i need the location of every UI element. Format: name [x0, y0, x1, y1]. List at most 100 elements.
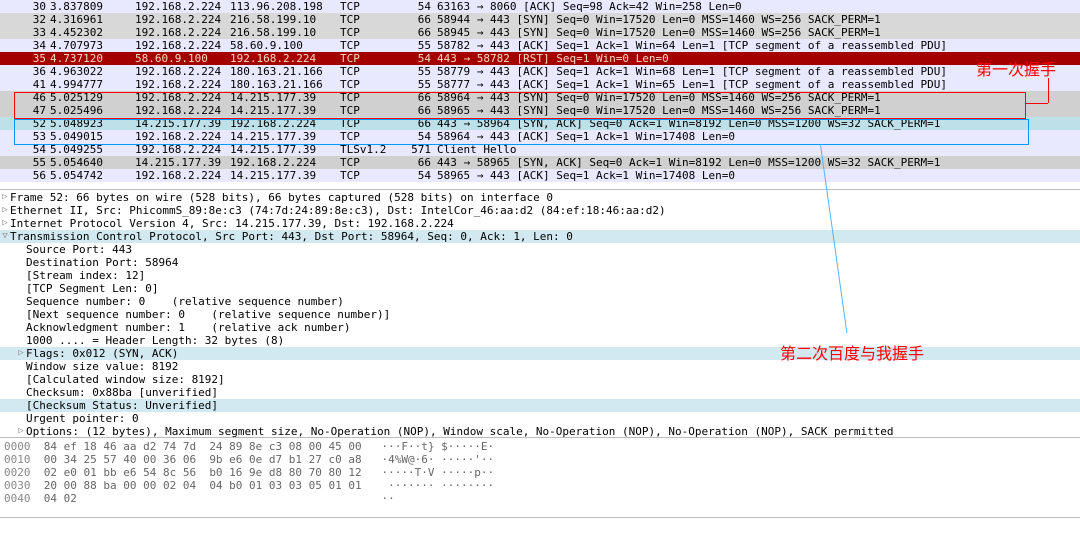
col-time: 5.054640	[50, 156, 135, 169]
col-dst: 192.168.2.224	[230, 52, 340, 65]
tree-row[interactable]: Urgent pointer: 0	[0, 412, 1080, 425]
tree-row[interactable]: 1000 .... = Header Length: 32 bytes (8)	[0, 334, 1080, 347]
tree-label: [Stream index: 12]	[26, 269, 145, 282]
packet-row[interactable]: 475.025496192.168.2.22414.215.177.39TCP6…	[0, 104, 1080, 117]
tree-row[interactable]: [Next sequence number: 0 (relative seque…	[0, 308, 1080, 321]
hex-offset: 0040	[4, 492, 31, 505]
tree-row[interactable]: ▷Ethernet II, Src: PhicommS_89:8e:c3 (74…	[0, 204, 1080, 217]
col-time: 5.054742	[50, 169, 135, 182]
col-src: 192.168.2.224	[135, 0, 230, 13]
col-src: 58.60.9.100	[135, 52, 230, 65]
hex-ascii: ··	[382, 492, 395, 505]
col-dst: 216.58.199.10	[230, 13, 340, 26]
tree-row[interactable]: ▷Options: (12 bytes), Maximum segment si…	[0, 425, 1080, 438]
col-src: 192.168.2.224	[135, 130, 230, 143]
tree-row[interactable]: Window size value: 8192	[0, 360, 1080, 373]
tree-row[interactable]: [Checksum Status: Unverified]	[0, 399, 1080, 412]
hex-bytes: 04 02	[44, 492, 369, 505]
col-time: 4.452302	[50, 26, 135, 39]
hex-ascii: ···F··t} $·····E·	[382, 440, 495, 453]
tree-label: 1000 .... = Header Length: 32 bytes (8)	[26, 334, 284, 347]
tree-row[interactable]: Source Port: 443	[0, 243, 1080, 256]
packet-bytes-pane[interactable]: 0000 84 ef 18 46 aa d2 74 7d 24 89 8e c3…	[0, 438, 1080, 518]
packet-row[interactable]: 525.04892314.215.177.39192.168.2.224TCP6…	[0, 117, 1080, 130]
packet-row[interactable]: 565.054742192.168.2.22414.215.177.39TCP5…	[0, 169, 1080, 182]
col-info: Client Hello	[435, 143, 1080, 156]
tree-row[interactable]: Checksum: 0x88ba [unverified]	[0, 386, 1080, 399]
col-src: 14.215.177.39	[135, 117, 230, 130]
col-proto: TCP	[340, 52, 400, 65]
col-len: 55	[400, 39, 435, 52]
expander-closed-icon[interactable]: ▷	[0, 217, 10, 230]
tree-row[interactable]: ▷Flags: 0x012 (SYN, ACK)	[0, 347, 1080, 360]
hex-row[interactable]: 0000 84 ef 18 46 aa d2 74 7d 24 89 8e c3…	[4, 440, 1076, 453]
col-dst: 14.215.177.39	[230, 143, 340, 156]
col-time: 4.316961	[50, 13, 135, 26]
hex-row[interactable]: 0020 02 e0 01 bb e6 54 8c 56 b0 16 9e d8…	[4, 466, 1076, 479]
expander-closed-icon[interactable]: ▷	[16, 425, 26, 438]
expander-closed-icon[interactable]: ▷	[16, 347, 26, 360]
tree-label: Sequence number: 0 (relative sequence nu…	[26, 295, 344, 308]
hex-row[interactable]: 0010 00 34 25 57 40 00 36 06 9b e6 0e d7…	[4, 453, 1076, 466]
col-proto: TCP	[340, 78, 400, 91]
col-src: 192.168.2.224	[135, 26, 230, 39]
hex-row[interactable]: 0030 20 00 88 ba 00 00 02 04 04 b0 01 03…	[4, 479, 1076, 492]
col-len: 66	[400, 13, 435, 26]
hex-ascii: ······· ········	[382, 479, 495, 492]
packet-row[interactable]: 364.963022192.168.2.224180.163.21.166TCP…	[0, 65, 1080, 78]
tree-row[interactable]: [Stream index: 12]	[0, 269, 1080, 282]
packet-row[interactable]: 303.837809192.168.2.224113.96.208.198TCP…	[0, 0, 1080, 13]
tree-row[interactable]: ▷Frame 52: 66 bytes on wire (528 bits), …	[0, 191, 1080, 204]
col-proto: TCP	[340, 169, 400, 182]
packet-row[interactable]: 354.73712058.60.9.100192.168.2.224TCP544…	[0, 52, 1080, 65]
col-info: 443 → 58964 [SYN, ACK] Seq=0 Ack=1 Win=8…	[435, 117, 1080, 130]
col-len: 571	[400, 143, 435, 156]
tree-row[interactable]: [TCP Segment Len: 0]	[0, 282, 1080, 295]
expander-closed-icon[interactable]: ▷	[0, 204, 10, 217]
col-proto: TCP	[340, 26, 400, 39]
packet-row[interactable]: 324.316961192.168.2.224216.58.199.10TCP6…	[0, 13, 1080, 26]
tree-row[interactable]: ▽Transmission Control Protocol, Src Port…	[0, 230, 1080, 243]
packet-details-pane[interactable]: ▷Frame 52: 66 bytes on wire (528 bits), …	[0, 190, 1080, 438]
col-info: 63163 → 8060 [ACK] Seq=98 Ack=42 Win=258…	[435, 0, 1080, 13]
tree-label: [Calculated window size: 8192]	[26, 373, 225, 386]
col-dst: 113.96.208.198	[230, 0, 340, 13]
expander-closed-icon[interactable]: ▷	[0, 191, 10, 204]
packet-row[interactable]: 334.452302192.168.2.224216.58.199.10TCP6…	[0, 26, 1080, 39]
col-info: 58964 → 443 [ACK] Seq=1 Ack=1 Win=17408 …	[435, 130, 1080, 143]
col-len: 66	[400, 156, 435, 169]
col-proto: TCP	[340, 65, 400, 78]
tree-label: Ethernet II, Src: PhicommS_89:8e:c3 (74:…	[10, 204, 666, 217]
hex-row[interactable]: 0040 04 02 ··	[4, 492, 1076, 505]
col-dst: 180.163.21.166	[230, 65, 340, 78]
tree-label: Checksum: 0x88ba [unverified]	[26, 386, 218, 399]
col-proto: TLSv1.2	[340, 143, 400, 156]
packet-row[interactable]: 555.05464014.215.177.39192.168.2.224TCP6…	[0, 156, 1080, 169]
col-proto: TCP	[340, 130, 400, 143]
col-info: 58944 → 443 [SYN] Seq=0 Win=17520 Len=0 …	[435, 13, 1080, 26]
packet-row[interactable]: 465.025129192.168.2.22414.215.177.39TCP6…	[0, 91, 1080, 104]
col-time: 5.025496	[50, 104, 135, 117]
tree-row[interactable]: Acknowledgment number: 1 (relative ack n…	[0, 321, 1080, 334]
col-src: 192.168.2.224	[135, 91, 230, 104]
col-len: 54	[400, 130, 435, 143]
tree-row[interactable]: Sequence number: 0 (relative sequence nu…	[0, 295, 1080, 308]
col-proto: TCP	[340, 39, 400, 52]
col-no: 56	[0, 169, 50, 182]
tree-row[interactable]: [Calculated window size: 8192]	[0, 373, 1080, 386]
packet-row[interactable]: 344.707973192.168.2.22458.60.9.100TCP555…	[0, 39, 1080, 52]
expander-open-icon[interactable]: ▽	[0, 230, 10, 243]
tree-row[interactable]: Destination Port: 58964	[0, 256, 1080, 269]
col-len: 54	[400, 52, 435, 65]
col-info: 443 → 58782 [RST] Seq=1 Win=0 Len=0	[435, 52, 1080, 65]
packet-row[interactable]: 545.049255192.168.2.22414.215.177.39TLSv…	[0, 143, 1080, 156]
packet-row[interactable]: 535.049015192.168.2.22414.215.177.39TCP5…	[0, 130, 1080, 143]
tree-row[interactable]: ▷Internet Protocol Version 4, Src: 14.21…	[0, 217, 1080, 230]
tree-label: Acknowledgment number: 1 (relative ack n…	[26, 321, 351, 334]
packet-row[interactable]: 414.994777192.168.2.224180.163.21.166TCP…	[0, 78, 1080, 91]
packet-list-pane[interactable]: 303.837809192.168.2.224113.96.208.198TCP…	[0, 0, 1080, 190]
hex-bytes: 20 00 88 ba 00 00 02 04 04 b0 01 03 03 0…	[44, 479, 369, 492]
col-time: 4.994777	[50, 78, 135, 91]
col-src: 192.168.2.224	[135, 13, 230, 26]
col-time: 5.048923	[50, 117, 135, 130]
